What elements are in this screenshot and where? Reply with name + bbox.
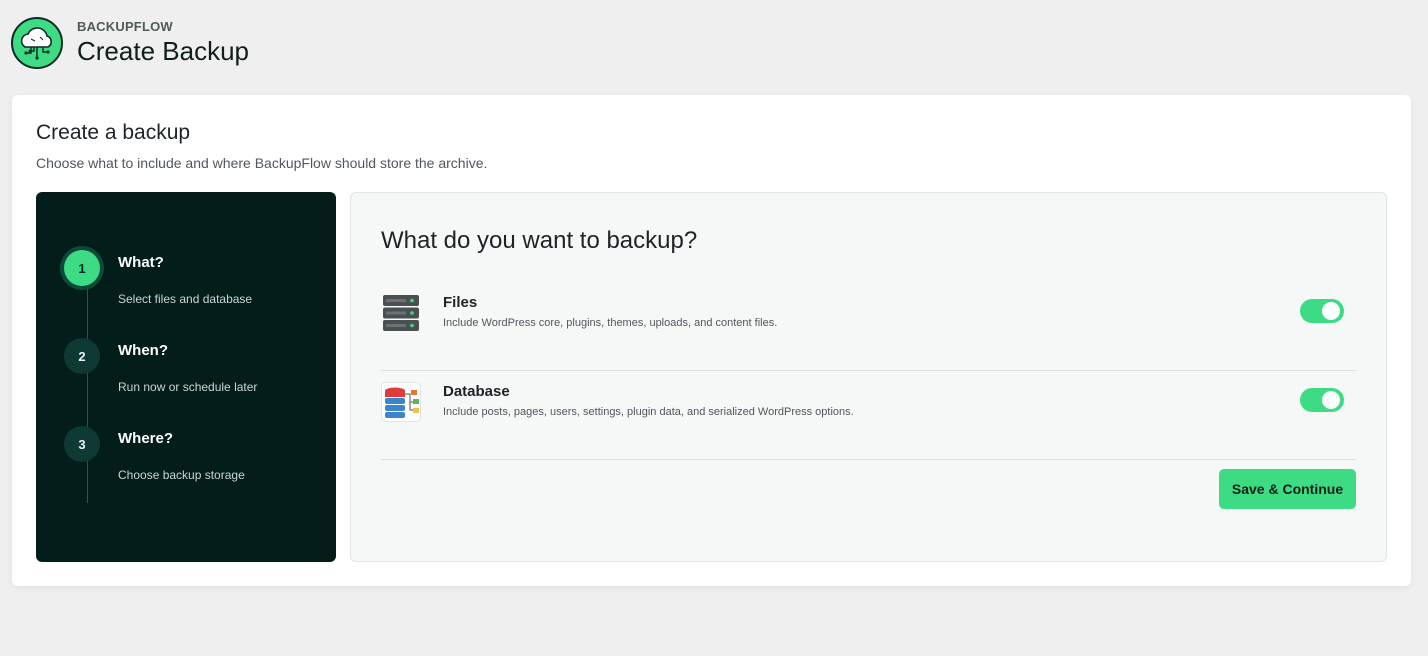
card-title: Create a backup xyxy=(36,121,191,144)
save-continue-button[interactable]: Save & Continue xyxy=(1219,469,1356,509)
files-toggle[interactable] xyxy=(1300,299,1344,323)
step-description: Choose backup storage xyxy=(118,468,245,482)
option-description: Include WordPress core, plugins, themes,… xyxy=(443,317,778,329)
toggle-knob xyxy=(1322,391,1340,409)
app-header: BACKUPFLOW Create Backup xyxy=(11,17,249,69)
step-title: Where? xyxy=(118,430,174,447)
option-title: Database xyxy=(443,383,510,400)
option-description: Include posts, pages, users, settings, p… xyxy=(443,406,854,418)
step-number: 3 xyxy=(64,426,100,462)
database-icon xyxy=(381,382,421,422)
step-connector xyxy=(87,267,88,503)
cloud-circuit-icon xyxy=(11,17,63,69)
server-stack-icon xyxy=(381,293,421,333)
option-files: Files Include WordPress core, plugins, t… xyxy=(381,282,1356,371)
backup-options-panel: What do you want to backup? Files Includ… xyxy=(350,192,1387,562)
step-description: Run now or schedule later xyxy=(118,380,258,394)
steps-panel: 1 What? Select files and database 2 When… xyxy=(36,192,336,562)
step-title: When? xyxy=(118,342,168,359)
page-title: Create Backup xyxy=(77,36,249,66)
step-description: Select files and database xyxy=(118,292,253,306)
card-subtitle: Choose what to include and where BackupF… xyxy=(36,155,488,171)
step-number: 2 xyxy=(64,338,100,374)
step-title: What? xyxy=(118,254,164,271)
option-title: Files xyxy=(443,294,478,311)
brand-name: BACKUPFLOW xyxy=(77,19,173,34)
step-number: 1 xyxy=(64,250,100,286)
section-title: What do you want to backup? xyxy=(381,227,698,254)
create-backup-card: Create a backup Choose what to include a… xyxy=(12,95,1411,586)
option-database: Database Include posts, pages, users, se… xyxy=(381,371,1356,460)
database-toggle[interactable] xyxy=(1300,388,1344,412)
toggle-knob xyxy=(1322,302,1340,320)
